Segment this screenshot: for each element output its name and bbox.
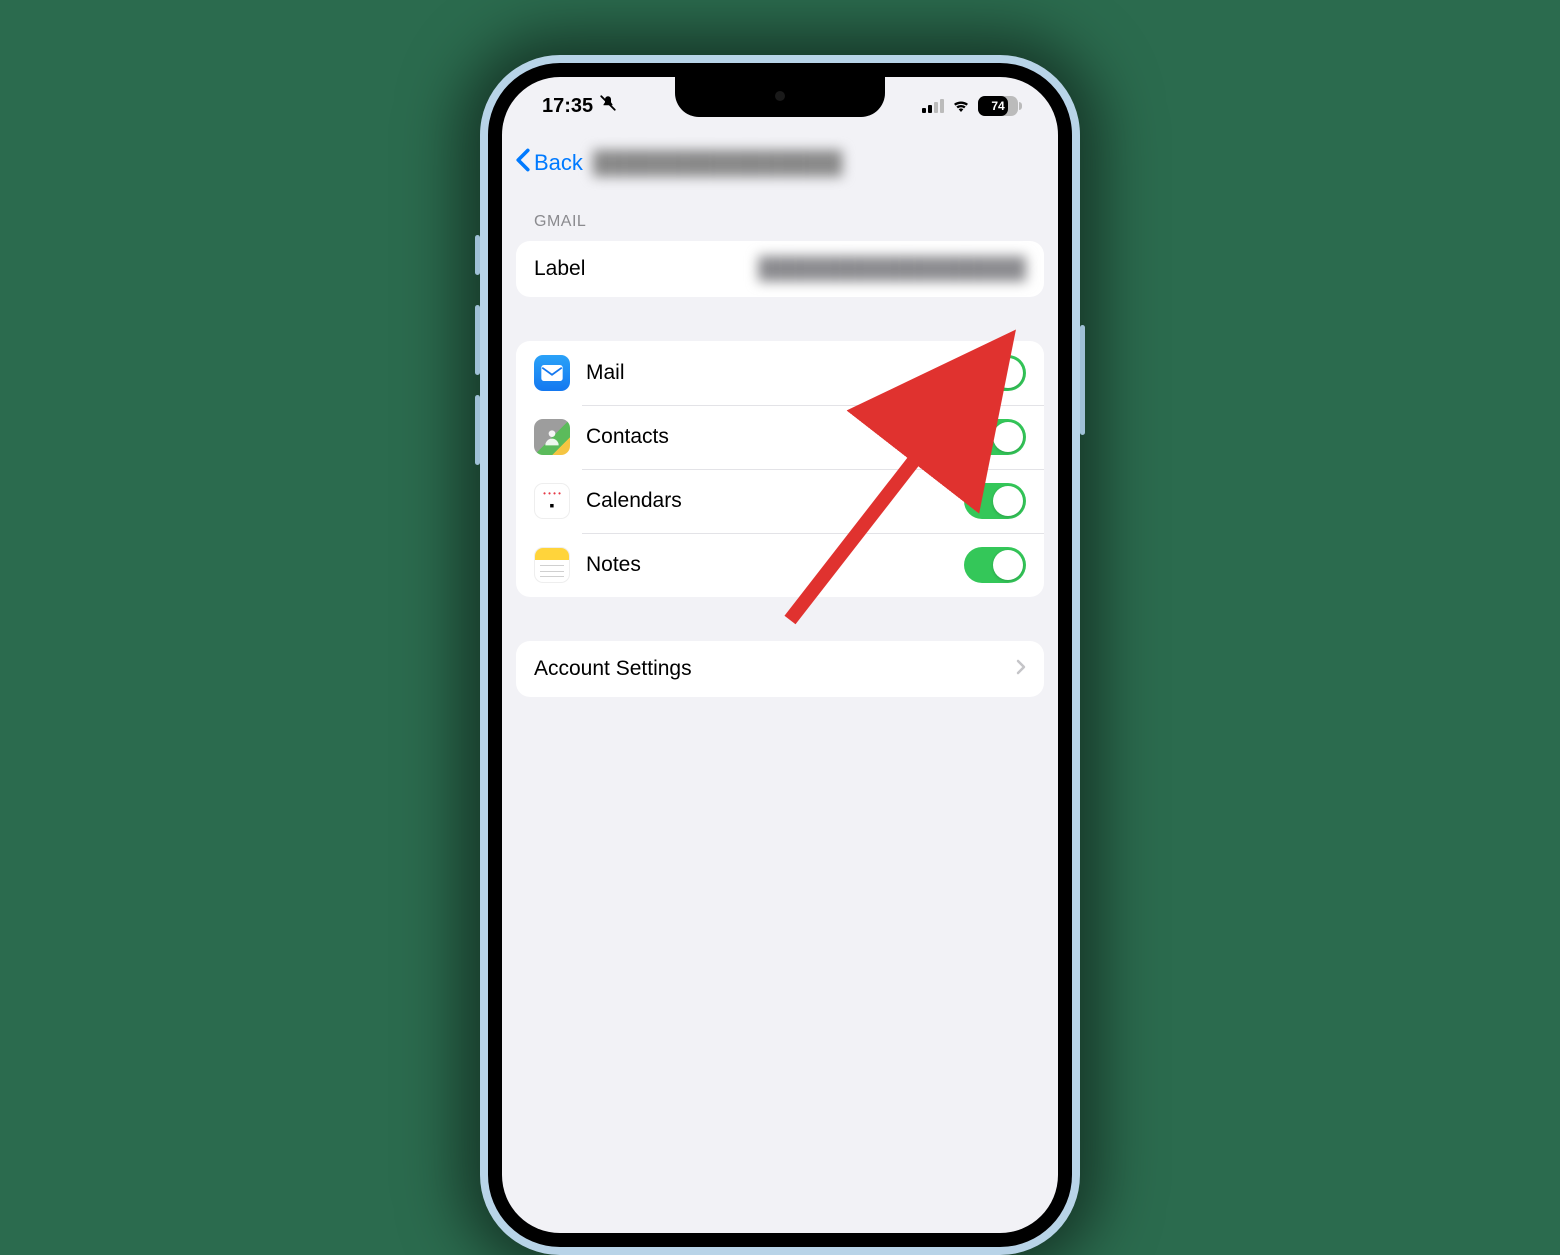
label-row[interactable]: Label ██████████████████ xyxy=(516,241,1044,297)
content: GMAIL Label ██████████████████ Mail xyxy=(502,191,1058,697)
nav-bar: Back ████████████████ xyxy=(502,135,1058,191)
status-right: 74 xyxy=(922,95,1018,118)
chevron-right-icon xyxy=(1010,658,1026,681)
cellular-icon xyxy=(922,99,944,113)
group-services: Mail Contacts • • • • ▪ xyxy=(516,341,1044,597)
mail-toggle[interactable] xyxy=(964,355,1026,391)
notch xyxy=(675,77,885,117)
status-left: 17:35 xyxy=(542,94,617,118)
account-settings-row[interactable]: Account Settings xyxy=(516,641,1044,697)
calendar-icon: • • • • ▪ xyxy=(534,483,570,519)
nav-title-blurred: ████████████████ xyxy=(583,150,1046,176)
battery-icon: 74 xyxy=(978,96,1018,116)
mute-switch xyxy=(475,235,480,275)
contacts-toggle[interactable] xyxy=(964,419,1026,455)
notes-row: Notes xyxy=(516,533,1044,597)
back-button[interactable]: Back xyxy=(514,148,583,178)
volume-up-button xyxy=(475,305,480,375)
group-account-settings: Account Settings xyxy=(516,641,1044,697)
contacts-row: Contacts xyxy=(516,405,1044,469)
contacts-icon xyxy=(534,419,570,455)
volume-down-button xyxy=(475,395,480,465)
calendars-label: Calendars xyxy=(586,489,682,513)
chevron-left-icon xyxy=(514,148,532,178)
screen: 17:35 74 xyxy=(502,77,1058,1233)
phone-frame: 17:35 74 xyxy=(480,55,1080,1255)
notes-icon xyxy=(534,547,570,583)
mail-row: Mail xyxy=(516,341,1044,405)
calendars-toggle[interactable] xyxy=(964,483,1026,519)
group-label: Label ██████████████████ xyxy=(516,241,1044,297)
status-time: 17:35 xyxy=(542,95,593,118)
calendars-row: • • • • ▪ Calendars xyxy=(516,469,1044,533)
silent-icon xyxy=(599,94,617,118)
back-label: Back xyxy=(534,150,583,176)
label-title: Label xyxy=(534,257,585,281)
mail-label: Mail xyxy=(586,361,625,385)
account-settings-label: Account Settings xyxy=(534,657,692,681)
notes-label: Notes xyxy=(586,553,641,577)
contacts-label: Contacts xyxy=(586,425,669,449)
wifi-icon xyxy=(951,95,971,118)
section-header-gmail: GMAIL xyxy=(516,213,1044,241)
phone-bezel: 17:35 74 xyxy=(488,63,1072,1247)
label-value-blurred: ██████████████████ xyxy=(585,257,1026,281)
mail-icon xyxy=(534,355,570,391)
power-button xyxy=(1080,325,1085,435)
notes-toggle[interactable] xyxy=(964,547,1026,583)
